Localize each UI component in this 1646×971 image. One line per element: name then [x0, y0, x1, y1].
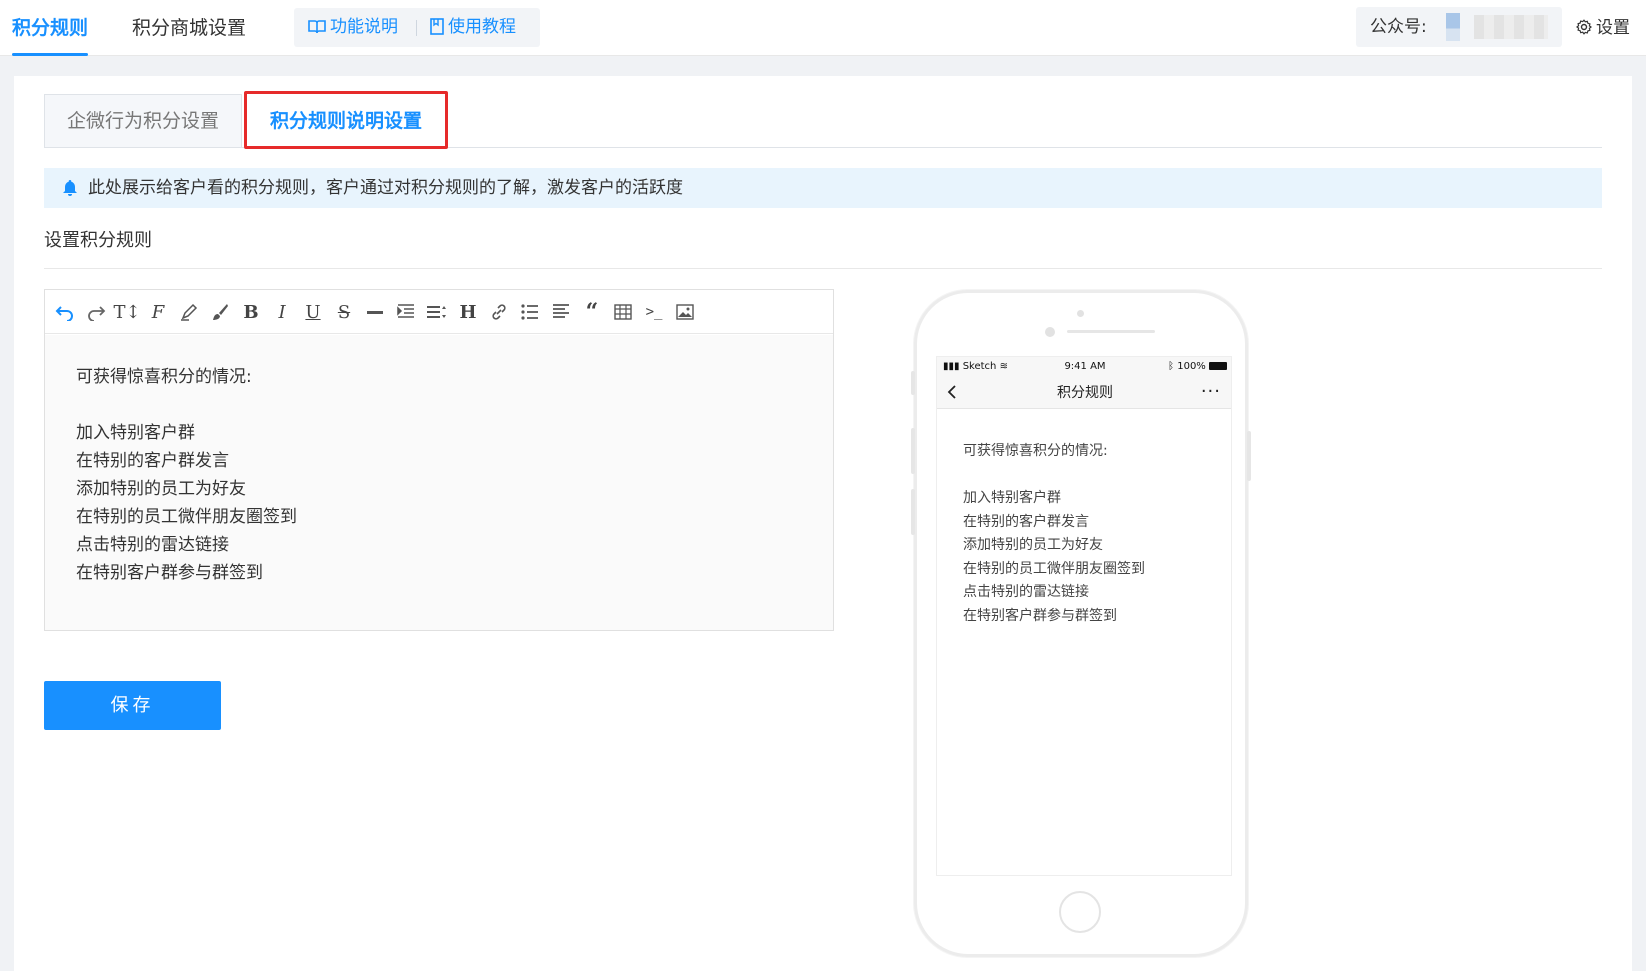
notice-text: 此处展示给客户看的积分规则，客户通过对积分规则的了解，激发客户的活跃度: [88, 178, 683, 198]
image-icon[interactable]: [673, 300, 697, 324]
line-height-icon[interactable]: [425, 300, 449, 324]
list-item: 加入特别客户群: [963, 490, 1061, 506]
tab-points-mall-settings[interactable]: 积分商城设置: [132, 0, 246, 56]
list-item: 在特别的客户群发言: [76, 451, 229, 471]
phone-speaker: [1067, 330, 1155, 333]
bullet-list-icon[interactable]: [518, 300, 542, 324]
list-item: 加入特别客户群: [76, 423, 195, 443]
italic-icon[interactable]: I: [270, 300, 294, 324]
account-name-redacted: [1474, 15, 1548, 39]
phone-preview: ▮▮▮ Sketch ≋ 9:41 AM ᛒ 100% 积分规则 ··· 可获得…: [911, 290, 1251, 957]
font-family-icon[interactable]: F: [146, 300, 170, 324]
list-item: 在特别客户群参与群签到: [76, 563, 263, 583]
undo-icon[interactable]: [53, 300, 77, 324]
table-icon[interactable]: [611, 300, 635, 324]
account-selector[interactable]: 公众号:: [1356, 7, 1562, 47]
settings-tabs: 企微行为积分设置 积分规则说明设置: [44, 91, 1602, 149]
feature-description-label: 功能说明: [330, 17, 398, 37]
list-item: 在特别客户群参与群签到: [963, 607, 1117, 624]
phone-side-button: [911, 371, 915, 395]
list-item: 添加特别的员工为好友: [963, 537, 1103, 553]
save-button[interactable]: 保存: [44, 681, 221, 730]
content-heading: 可获得惊喜积分的情况:: [76, 367, 252, 387]
tutorial-link[interactable]: 使用教程: [430, 8, 516, 47]
bluetooth-icon: ᛒ: [1168, 361, 1175, 372]
phone-navbar: 积分规则 ···: [937, 377, 1231, 409]
feature-description-link[interactable]: 功能说明: [308, 8, 398, 47]
content-heading: 可获得惊喜积分的情况:: [963, 443, 1108, 459]
bold-icon[interactable]: B: [239, 300, 263, 324]
gear-icon: [1575, 19, 1593, 35]
account-label: 公众号:: [1370, 17, 1427, 37]
heading-icon[interactable]: H: [456, 300, 480, 324]
phone-side-button: [1247, 431, 1251, 481]
tab-behavior-points[interactable]: 企微行为积分设置: [44, 94, 242, 147]
settings-label: 设置: [1596, 18, 1630, 38]
phone-content: 可获得惊喜积分的情况: 加入特别客户群 在特别的客户群发言 添加特别的员工为好友…: [937, 410, 1231, 658]
strikethrough-icon[interactable]: S: [332, 300, 356, 324]
underline-icon[interactable]: U: [301, 300, 325, 324]
code-icon[interactable]: >_: [642, 300, 666, 324]
editor-toolbar: T↕ F B I U S H “ >_: [45, 290, 833, 334]
book-icon: [308, 20, 326, 34]
link-icon[interactable]: [487, 300, 511, 324]
list-item: 点击特别的雷达链接: [963, 584, 1089, 600]
list-item: 添加特别的员工为好友: [76, 479, 246, 499]
bell-icon: [63, 180, 77, 196]
highlight-icon[interactable]: [177, 300, 201, 324]
indent-icon[interactable]: [394, 300, 418, 324]
phone-side-button: [911, 489, 915, 535]
status-bar: ▮▮▮ Sketch ≋ 9:41 AM ᛒ 100%: [937, 357, 1231, 377]
top-bar: 积分规则 积分商城设置 功能说明 使用教程 公众号: 设置: [0, 0, 1646, 56]
divider: [416, 20, 417, 36]
redo-icon[interactable]: [84, 300, 108, 324]
font-size-icon[interactable]: T↕: [113, 300, 140, 324]
tab-rules-description[interactable]: 积分规则说明设置: [244, 91, 448, 149]
list-item: 点击特别的雷达链接: [76, 535, 229, 555]
list-item: 在特别的客户群发言: [963, 513, 1089, 530]
phone-sensor: [1045, 327, 1055, 337]
phone-screen: ▮▮▮ Sketch ≋ 9:41 AM ᛒ 100% 积分规则 ··· 可获得…: [936, 356, 1232, 876]
battery-icon: [1209, 362, 1227, 370]
divider: [44, 268, 1602, 269]
list-item: 在特别的员工微伴朋友圈签到: [963, 560, 1145, 577]
horizontal-rule-icon[interactable]: [363, 300, 387, 324]
tab-points-rules[interactable]: 积分规则: [0, 0, 100, 56]
quote-icon[interactable]: “: [580, 299, 604, 325]
home-button: [1059, 891, 1101, 933]
editor-content[interactable]: 可获得惊喜积分的情况: 加入特别客户群 在特别的客户群发言 添加特别的员工为好友…: [45, 335, 833, 630]
tutorial-label: 使用教程: [448, 17, 516, 37]
rich-text-editor: T↕ F B I U S H “ >_ 可获得惊喜积分的情况: 加入特别客户群 …: [44, 289, 834, 631]
list-item: 在特别的员工微伴朋友圈签到: [76, 507, 297, 527]
battery: ᛒ 100%: [1168, 361, 1227, 372]
main-card: 企微行为积分设置 积分规则说明设置 此处展示给客户看的积分规则，客户通过对积分规…: [14, 76, 1632, 971]
document-icon: [430, 18, 444, 35]
section-title: 设置积分规则: [44, 230, 152, 251]
account-avatar: [1446, 13, 1460, 41]
align-icon[interactable]: [549, 300, 573, 324]
help-links: 功能说明 使用教程: [294, 8, 540, 47]
notice-banner: 此处展示给客户看的积分规则，客户通过对积分规则的了解，激发客户的活跃度: [44, 168, 1602, 208]
paint-brush-icon[interactable]: [208, 300, 232, 324]
more-icon[interactable]: ···: [1201, 381, 1221, 402]
phone-camera: [1077, 310, 1084, 317]
phone-page-title: 积分规则: [1057, 385, 1113, 401]
phone-side-button: [911, 428, 915, 474]
settings-button[interactable]: 设置: [1575, 0, 1630, 56]
